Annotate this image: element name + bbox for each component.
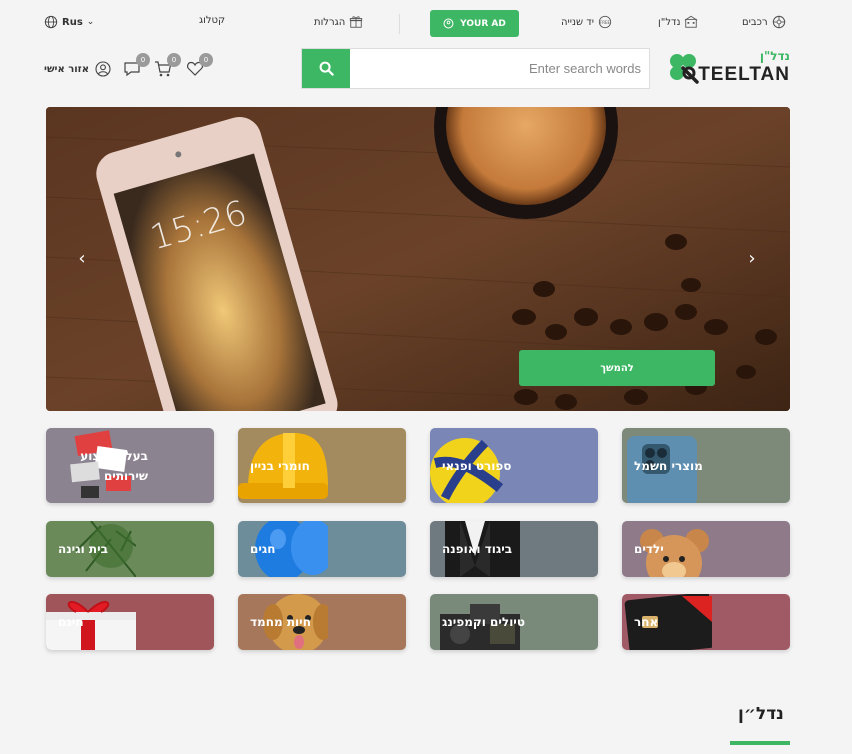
category-label: חגים	[250, 542, 276, 556]
language-selector[interactable]: ⌄ Rus	[44, 15, 94, 29]
category-label: חיות מחמד	[250, 615, 311, 629]
nav-raffles[interactable]: הגרלות	[314, 15, 363, 29]
globe-icon	[44, 15, 58, 29]
nav-catalog-label: קטלוג	[199, 15, 226, 26]
category-other[interactable]: אחר	[622, 594, 790, 650]
category-electronics[interactable]: מוצרי חשמל	[622, 428, 790, 503]
category-sports[interactable]: ספורט ופנאי	[430, 428, 598, 503]
search-button[interactable]	[302, 49, 350, 88]
category-free[interactable]: חינם	[46, 594, 214, 650]
nav-catalog[interactable]: קטלוג	[199, 15, 225, 26]
category-label: בעלי מקצוע שירותים	[80, 448, 148, 483]
logo-brand-text: TEELTAN	[698, 64, 790, 85]
category-building-materials[interactable]: חומרי בניין	[238, 428, 406, 503]
favorites-count-badge: 0	[199, 53, 213, 67]
category-clothing-fashion[interactable]: ביגוד ואופנה	[430, 521, 598, 577]
hero-prev-arrow[interactable]: ‹	[74, 250, 90, 268]
nav-vehicles[interactable]: רכבים	[742, 15, 786, 29]
category-pets[interactable]: חיות מחמד	[238, 594, 406, 650]
category-label: ילדים	[634, 542, 664, 556]
search-input[interactable]	[350, 49, 649, 88]
clover-logo-icon	[670, 54, 699, 84]
nav-secondhand-label: יד שנייה	[561, 16, 594, 28]
wheel-icon	[772, 15, 785, 29]
category-holidays[interactable]: חגים	[238, 521, 406, 577]
account-label: אזור אישי	[44, 63, 89, 75]
hero-banner: 15:26 ‹ › להמשך	[46, 107, 790, 411]
free-tag-icon: FREE	[598, 15, 612, 29]
logo[interactable]: נדל"ן TEELTAN	[666, 49, 790, 87]
search-bar	[301, 48, 650, 89]
user-icon	[95, 61, 111, 77]
nav-divider	[399, 14, 400, 34]
category-label: חומרי בניין	[250, 458, 310, 473]
messages-button[interactable]: 0	[123, 53, 150, 78]
header: אזור אישי 0 0 0 נדל"ן TEELTAN	[44, 48, 790, 90]
search-icon	[319, 61, 334, 76]
hero-next-arrow[interactable]: ›	[744, 250, 760, 268]
building-icon	[685, 15, 698, 28]
category-professionals-services[interactable]: בעלי מקצוע שירותים	[46, 428, 214, 503]
category-kids[interactable]: ילדים	[622, 521, 790, 577]
hero-continue-button[interactable]: להמשך	[519, 350, 715, 386]
category-label: מוצרי חשמל	[634, 458, 703, 473]
category-label: אחר	[634, 615, 659, 629]
category-label: בית וגינה	[58, 542, 108, 556]
nav-raffles-label: הגרלות	[314, 16, 346, 28]
category-label: חינם	[58, 615, 84, 629]
nav-secondhand[interactable]: FREE יד שנייה	[561, 15, 612, 29]
category-trips-camping[interactable]: טיולים וקמפינג	[430, 594, 598, 650]
gift-icon	[350, 16, 363, 28]
category-label: טיולים וקמפינג	[442, 615, 525, 629]
nav-vehicles-label: רכבים	[742, 16, 768, 28]
language-label: Rus	[62, 16, 83, 28]
top-nav: ⌄ Rus קטלוג הגרלות YOUR AD FREE יד שנייה…	[44, 10, 790, 38]
user-circle-icon	[443, 18, 454, 29]
category-label: ספורט ופנאי	[442, 458, 512, 473]
your-ad-label: YOUR AD	[460, 18, 506, 29]
nav-realestate-label: נדל"ן	[658, 16, 681, 28]
section-underline	[730, 741, 790, 745]
svg-text:FREE: FREE	[600, 20, 610, 25]
cart-count-badge: 0	[167, 53, 181, 67]
account-link[interactable]: אזור אישי	[44, 61, 111, 77]
section-title: נדל״ן	[738, 704, 784, 724]
category-label: ביגוד ואופנה	[442, 542, 513, 556]
favorites-button[interactable]: 0	[186, 53, 213, 78]
chevron-down-icon: ⌄	[86, 17, 95, 27]
cart-button[interactable]: 0	[154, 53, 181, 78]
category-home-garden[interactable]: בית וגינה	[46, 521, 214, 577]
logo-hebrew-text: נדל"ן	[759, 49, 790, 63]
messages-count-badge: 0	[136, 53, 150, 67]
your-ad-button[interactable]: YOUR AD	[430, 10, 519, 37]
nav-realestate[interactable]: נדל"ן	[658, 15, 698, 29]
